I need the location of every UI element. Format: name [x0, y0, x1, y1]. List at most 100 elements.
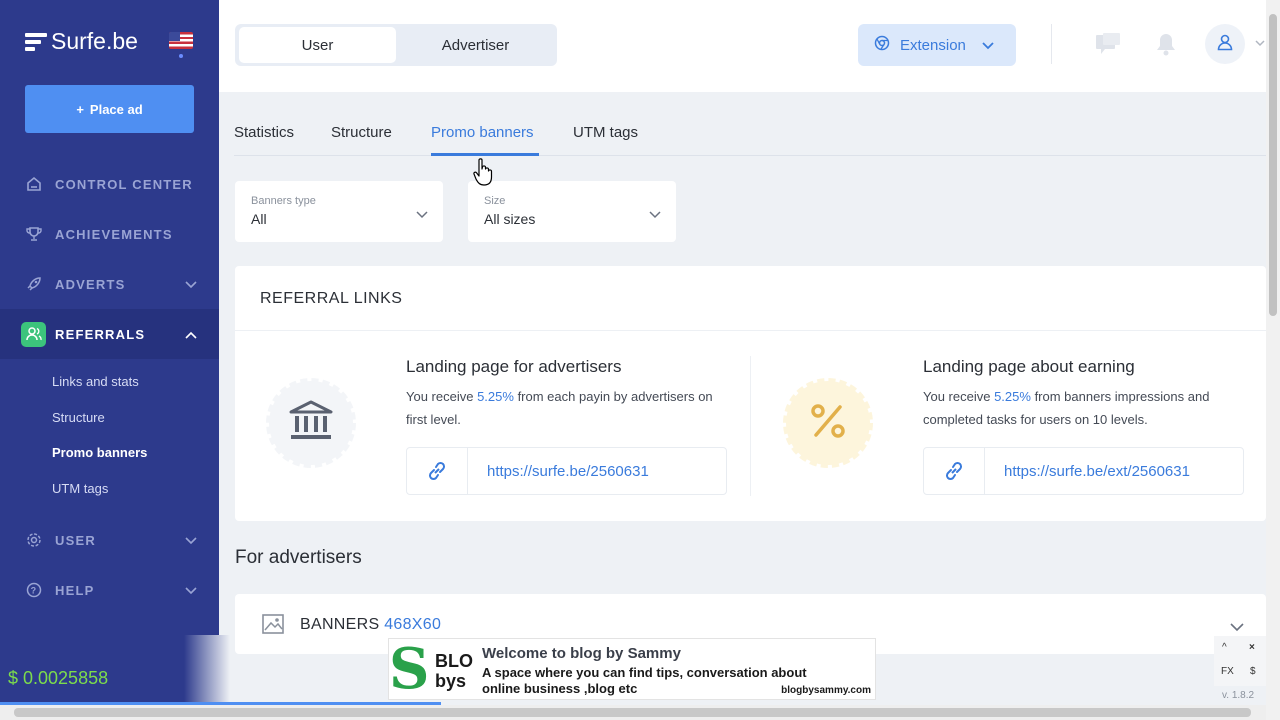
logo-text: Surfe.be [51, 28, 138, 54]
close-icon[interactable]: × [1249, 642, 1255, 653]
earning-landing-desc: You receive 5.25% from banners impressio… [923, 385, 1233, 431]
size-value: All sizes [484, 211, 536, 227]
subnav-structure[interactable]: Structure [52, 410, 105, 425]
advertisers-landing-desc: You receive 5.25% from each payin by adv… [406, 385, 716, 431]
balance-value: $ 0.0025858 [8, 668, 109, 688]
ad-banner[interactable]: S BLO bys Welcome to blog by Sammy A spac… [388, 638, 876, 700]
nav-label: ADVERTS [55, 276, 126, 292]
horizontal-scrollbar-thumb[interactable] [14, 708, 1251, 717]
progress-bar [0, 702, 441, 705]
chevron-down-icon [185, 277, 197, 292]
place-ad-button[interactable]: + Place ad [25, 85, 194, 133]
chevron-up-icon [185, 327, 197, 342]
nav-label: REFERRALS [55, 326, 146, 342]
ad-logo-text: BLO bys [435, 651, 473, 691]
advertiser-toggle-button[interactable]: Advertiser [397, 27, 554, 63]
tab-utm-tags[interactable]: UTM tags [573, 124, 638, 141]
banners-type-label: Banners type [251, 195, 316, 207]
size-label: Size [484, 195, 506, 207]
percent-badge [782, 377, 874, 469]
trophy-icon [25, 225, 43, 243]
bank-badge [265, 377, 357, 469]
advertisers-link-box[interactable]: https://surfe.be/2560631 [406, 447, 727, 495]
place-ad-label: Place ad [89, 101, 143, 117]
banner-size: 468X60 [384, 616, 442, 633]
nav-label: USER [55, 532, 96, 548]
chrome-icon [874, 35, 890, 55]
fx-button[interactable]: FX [1221, 666, 1234, 677]
banners-type-value: All [251, 211, 267, 227]
divider [235, 330, 1266, 331]
users-icon [21, 321, 46, 347]
logo[interactable]: Surfe.be [25, 28, 138, 55]
nav-control-center[interactable]: CONTROL CENTER [0, 159, 219, 209]
bell-icon[interactable] [1155, 32, 1177, 56]
plus-icon: + [76, 101, 84, 117]
language-flag-icon[interactable] [169, 32, 193, 49]
nav-label: ACHIEVEMENTS [55, 226, 173, 242]
earning-referral-link[interactable]: https://surfe.be/ext/2560631 [1004, 463, 1190, 480]
for-advertisers-title: For advertisers [235, 547, 362, 568]
sidebar: Surfe.be + Place ad CONTROL CENTER ACHIE… [0, 0, 219, 635]
divider [750, 356, 751, 496]
divider [1051, 24, 1052, 64]
dollar-button[interactable]: $ [1250, 666, 1256, 677]
subnav-utm-tags[interactable]: UTM tags [52, 481, 108, 496]
extension-button[interactable]: Extension [858, 24, 1016, 66]
tabs-divider [234, 155, 1266, 156]
extension-label: Extension [900, 36, 966, 54]
avatar[interactable] [1205, 24, 1245, 64]
nav-help[interactable]: ? HELP [0, 565, 219, 615]
percent-icon [808, 401, 848, 446]
chevron-down-icon [416, 206, 428, 224]
svg-text:?: ? [31, 586, 38, 596]
banners-type-select[interactable]: Banners type All [235, 181, 443, 242]
language-indicator [179, 54, 183, 58]
subnav-links-and-stats[interactable]: Links and stats [52, 374, 139, 389]
scrollbar-thumb[interactable] [1269, 14, 1277, 316]
nav-adverts[interactable]: ADVERTS [0, 259, 219, 309]
gear-icon [25, 531, 43, 549]
nav-label: HELP [55, 582, 95, 598]
desc-text: You receive [923, 389, 995, 404]
advertisers-landing-title: Landing page for advertisers [406, 357, 622, 376]
ad-url: blogbysammy.com [781, 685, 871, 696]
role-toggle: User Advertiser [235, 24, 557, 66]
nav-referrals[interactable]: REFERRALS [0, 309, 219, 359]
top-bar: User Advertiser Extension [219, 0, 1266, 92]
hand-cursor-icon [473, 158, 493, 191]
nav-label: CONTROL CENTER [55, 176, 193, 192]
chevron-down-icon[interactable] [1255, 40, 1265, 47]
earning-landing-title: Landing page about earning [923, 357, 1135, 376]
logo-icon [25, 32, 47, 52]
extension-mini-panel: ^ × FX $ [1214, 636, 1266, 686]
nav-achievements[interactable]: ACHIEVEMENTS [0, 209, 219, 259]
ad-logo-line: bys [435, 671, 467, 691]
earning-link-box[interactable]: https://surfe.be/ext/2560631 [923, 447, 1244, 495]
chevron-down-icon [185, 533, 197, 548]
user-icon [1216, 33, 1234, 56]
banners-label: BANNERS [300, 616, 380, 633]
version-label: v. 1.8.2 [1222, 690, 1255, 701]
messages-icon[interactable] [1095, 32, 1121, 56]
bank-icon [289, 400, 333, 447]
link-icon[interactable] [407, 448, 468, 494]
nav-user[interactable]: USER [0, 515, 219, 565]
active-tab-indicator [431, 153, 539, 156]
tab-promo-banners[interactable]: Promo banners [431, 124, 534, 141]
tab-structure[interactable]: Structure [331, 124, 392, 141]
percent-value: 5.25% [994, 389, 1031, 404]
chevron-down-icon [649, 206, 661, 224]
collapse-icon[interactable]: ^ [1222, 642, 1227, 653]
ad-headline: Welcome to blog by Sammy [482, 645, 681, 662]
size-select[interactable]: Size All sizes [468, 181, 676, 242]
percent-value: 5.25% [477, 389, 514, 404]
user-toggle-button[interactable]: User [239, 27, 396, 63]
subnav-promo-banners[interactable]: Promo banners [52, 445, 147, 460]
advertisers-referral-link[interactable]: https://surfe.be/2560631 [487, 463, 649, 480]
chevron-down-icon [982, 37, 994, 54]
tab-statistics[interactable]: Statistics [234, 124, 294, 141]
chevron-down-icon[interactable] [1230, 619, 1244, 637]
link-icon[interactable] [924, 448, 985, 494]
help-icon: ? [25, 581, 43, 599]
